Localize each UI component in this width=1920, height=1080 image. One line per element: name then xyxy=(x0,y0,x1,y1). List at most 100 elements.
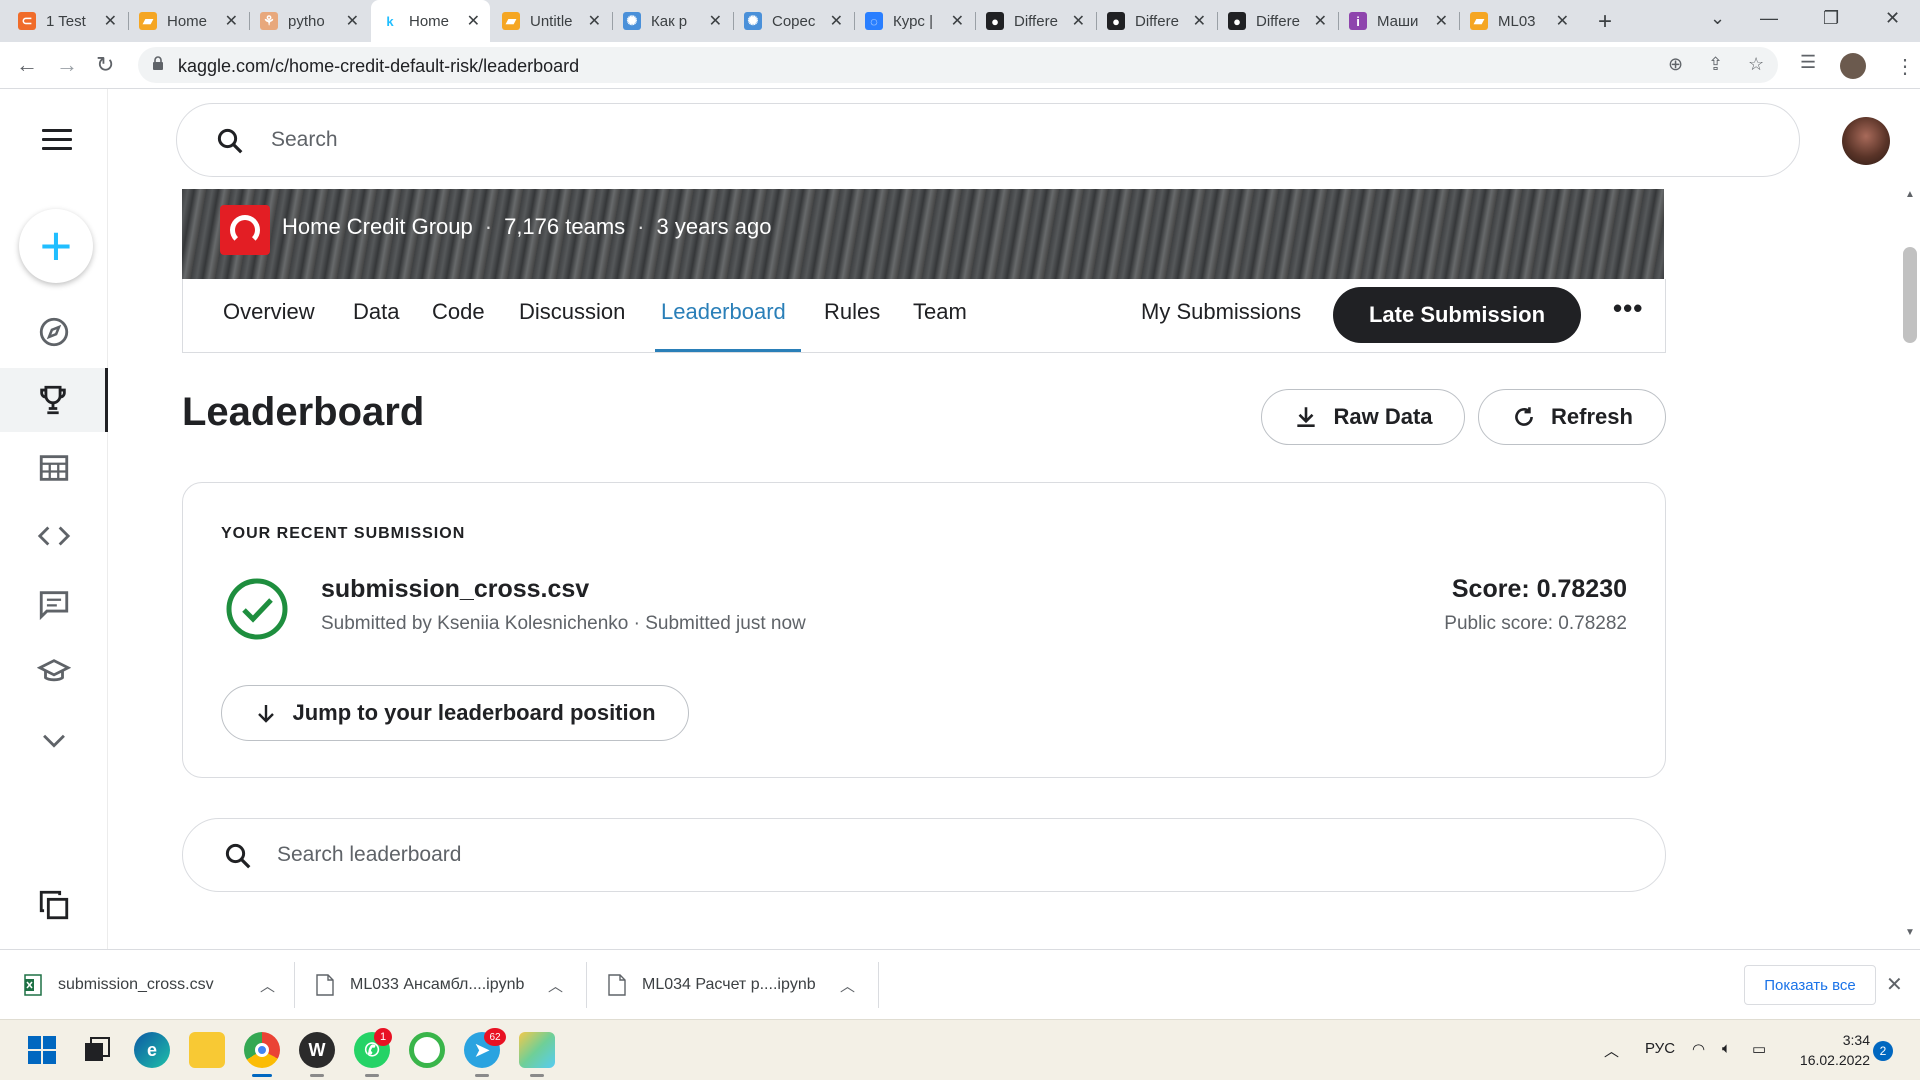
browser-tab[interactable]: ◌ Курс | ✕ xyxy=(855,0,974,42)
my-submissions-link[interactable]: My Submissions xyxy=(1141,299,1301,325)
tab-close-icon[interactable]: ✕ xyxy=(1314,11,1327,31)
browser-profile-avatar[interactable] xyxy=(1840,53,1866,79)
browser-tab[interactable]: ● Differe ✕ xyxy=(1218,0,1337,42)
reload-icon[interactable]: ↻ xyxy=(96,52,114,78)
edge-icon[interactable]: e xyxy=(134,1032,170,1068)
download-item-csv[interactable]: submission_cross.csv ︿ xyxy=(24,950,275,1020)
file-explorer-icon[interactable] xyxy=(189,1032,225,1068)
tab-favicon-icon: ✺ xyxy=(623,12,641,30)
tab-close-icon[interactable]: ✕ xyxy=(709,11,722,31)
chevron-up-icon[interactable]: ︿ xyxy=(840,975,855,996)
file-icon xyxy=(316,974,334,996)
chrome-icon[interactable] xyxy=(244,1032,280,1068)
url-text[interactable]: kaggle.com/c/home-credit-default-risk/le… xyxy=(178,56,579,77)
site-search-input[interactable]: Search xyxy=(176,103,1800,177)
browser-tab[interactable]: ● Differe ✕ xyxy=(976,0,1095,42)
late-submission-button[interactable]: Late Submission xyxy=(1333,287,1581,343)
notification-badge[interactable]: 2 xyxy=(1873,1041,1893,1061)
forward-icon[interactable]: → xyxy=(56,52,78,78)
browser-tab[interactable]: i Маши ✕ xyxy=(1339,0,1458,42)
tab-close-icon[interactable]: ✕ xyxy=(830,11,843,31)
new-tab-button[interactable]: + xyxy=(1598,8,1612,36)
tab-team[interactable]: Team xyxy=(913,299,967,325)
tab-rules[interactable]: Rules xyxy=(824,299,880,325)
task-view-icon[interactable] xyxy=(79,1032,115,1068)
tab-favicon-icon: ◌ xyxy=(865,12,883,30)
tab-favicon-icon: ● xyxy=(1228,12,1246,30)
clock[interactable]: 3:34 16.02.2022 xyxy=(1794,1030,1870,1070)
tab-overview[interactable]: Overview xyxy=(223,299,315,325)
browser-tab[interactable]: ⊂ 1 Test ✕ xyxy=(8,0,127,42)
tray-expand-icon[interactable]: ︿ xyxy=(1604,1040,1619,1061)
tab-close-icon[interactable]: ✕ xyxy=(951,11,964,31)
tab-close-icon[interactable]: ✕ xyxy=(1556,11,1569,31)
minimize-icon[interactable]: — xyxy=(1760,8,1778,29)
scroll-up-icon[interactable]: ▲ xyxy=(1905,189,1915,200)
browser-tab[interactable]: ▰ ML03 ✕ xyxy=(1460,0,1579,42)
browser-tab[interactable]: ⚘ pytho ✕ xyxy=(250,0,369,42)
scroll-down-icon[interactable]: ▼ xyxy=(1905,927,1915,938)
tab-leaderboard[interactable]: Leaderboard xyxy=(661,299,786,325)
omnibox[interactable]: kaggle.com/c/home-credit-default-risk/le… xyxy=(138,47,1778,83)
share-icon[interactable]: ⇪ xyxy=(1708,54,1723,75)
copy-icon[interactable] xyxy=(0,873,108,937)
close-downloads-icon[interactable]: ✕ xyxy=(1886,972,1903,997)
browser-tab[interactable]: k Home ✕ xyxy=(371,0,490,42)
reading-list-icon[interactable]: ☰ xyxy=(1800,52,1816,73)
wifi-icon[interactable]: ◠ xyxy=(1692,1040,1705,1058)
tab-search-icon[interactable]: ⌄ xyxy=(1710,8,1725,29)
tab-discussion[interactable]: Discussion xyxy=(519,299,625,325)
chevron-up-icon[interactable]: ︿ xyxy=(260,975,275,996)
battery-icon[interactable]: ▭ xyxy=(1752,1040,1766,1058)
menu-icon[interactable] xyxy=(42,129,72,156)
chevron-up-icon[interactable]: ︿ xyxy=(548,975,563,996)
tab-close-icon[interactable]: ✕ xyxy=(225,11,238,31)
trophy-icon[interactable] xyxy=(0,368,108,432)
jump-to-position-button[interactable]: Jump to your leaderboard position xyxy=(221,685,689,741)
tab-data[interactable]: Data xyxy=(353,299,399,325)
tab-close-icon[interactable]: ✕ xyxy=(467,11,480,31)
user-avatar[interactable] xyxy=(1842,117,1890,165)
download-item-ml033[interactable]: ML033 Ансамбл....ipynb ︿ xyxy=(316,950,563,1020)
start-icon[interactable] xyxy=(24,1032,60,1068)
w-app-icon[interactable]: W xyxy=(299,1032,335,1068)
competition-host[interactable]: Home Credit Group xyxy=(282,214,473,240)
bookmark-star-icon[interactable]: ☆ xyxy=(1748,54,1764,75)
compass-icon[interactable] xyxy=(0,300,108,364)
zoom-icon[interactable]: ⊕ xyxy=(1668,54,1683,75)
table-icon[interactable] xyxy=(0,436,108,500)
tab-close-icon[interactable]: ✕ xyxy=(1435,11,1448,31)
back-icon[interactable]: ← xyxy=(16,52,38,78)
expand-more-icon[interactable] xyxy=(0,708,108,772)
raw-data-button[interactable]: Raw Data xyxy=(1261,389,1465,445)
leaderboard-search-input[interactable]: Search leaderboard xyxy=(182,818,1666,892)
tab-close-icon[interactable]: ✕ xyxy=(104,11,117,31)
browser-menu-icon[interactable]: ⋮ xyxy=(1895,54,1915,79)
window-close-icon[interactable]: ✕ xyxy=(1885,8,1900,29)
tab-close-icon[interactable]: ✕ xyxy=(1072,11,1085,31)
show-all-downloads-button[interactable]: Показать все xyxy=(1744,965,1876,1005)
discussion-icon[interactable] xyxy=(0,572,108,636)
language-indicator[interactable]: РУС xyxy=(1645,1040,1675,1057)
browser-tab[interactable]: ▰ Untitle ✕ xyxy=(492,0,611,42)
learn-icon[interactable] xyxy=(0,640,108,704)
download-item-ml034[interactable]: ML034 Расчет р....ipynb ︿ xyxy=(608,950,855,1020)
browser-tab[interactable]: ● Differe ✕ xyxy=(1097,0,1216,42)
image-viewer-icon[interactable] xyxy=(519,1032,555,1068)
page-scrollbar[interactable]: ▲ ▼ xyxy=(1900,189,1920,949)
create-button[interactable]: + xyxy=(19,209,93,283)
volume-icon[interactable]: 🔈︎ xyxy=(1722,1040,1731,1057)
browser-tab[interactable]: ✺ Copec ✕ xyxy=(734,0,853,42)
more-options-icon[interactable]: ••• xyxy=(1613,293,1643,324)
tab-close-icon[interactable]: ✕ xyxy=(346,11,359,31)
refresh-button[interactable]: Refresh xyxy=(1478,389,1666,445)
browser-tab[interactable]: ✺ Как р ✕ xyxy=(613,0,732,42)
tab-close-icon[interactable]: ✕ xyxy=(1193,11,1206,31)
code-icon[interactable] xyxy=(0,504,108,568)
green-ring-app-icon[interactable] xyxy=(409,1032,445,1068)
restore-icon[interactable]: ❐ xyxy=(1823,8,1839,29)
browser-tab[interactable]: ▰ Home ✕ xyxy=(129,0,248,42)
tab-code[interactable]: Code xyxy=(432,299,485,325)
scroll-thumb[interactable] xyxy=(1903,247,1917,343)
tab-close-icon[interactable]: ✕ xyxy=(588,11,601,31)
